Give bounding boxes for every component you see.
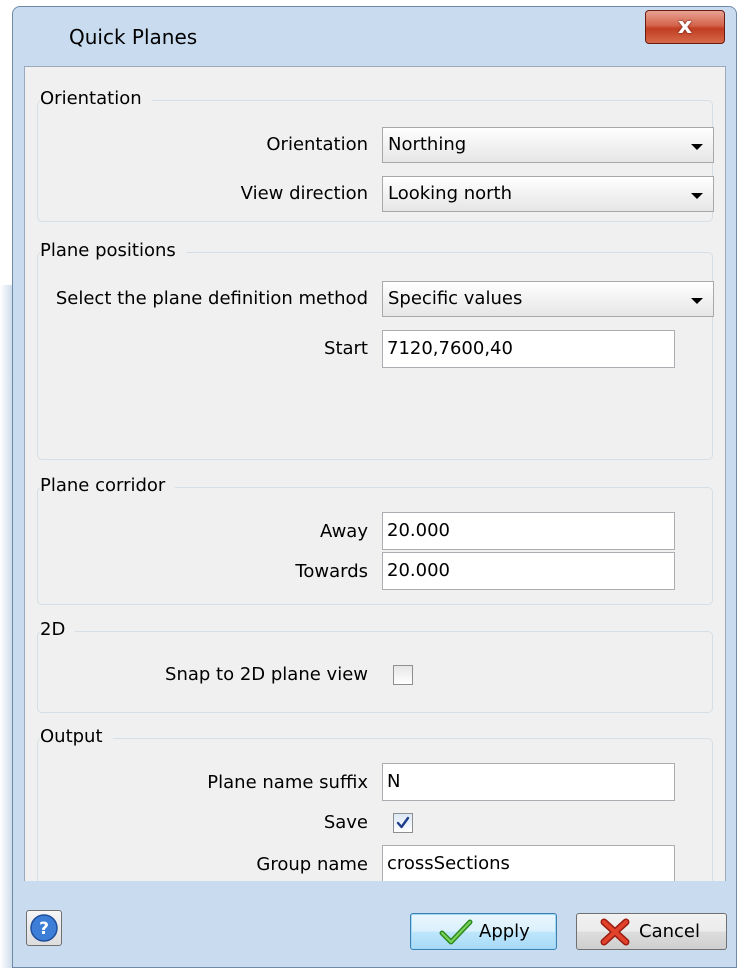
suffix-label: Plane name suffix <box>207 772 368 793</box>
view-direction-value: Looking north <box>388 183 513 204</box>
cancel-button[interactable]: Cancel <box>576 913 727 950</box>
window-title: Quick Planes <box>69 25 198 49</box>
method-value: Specific values <box>388 288 523 309</box>
chevron-down-icon <box>691 298 703 304</box>
checkmark-icon <box>396 816 410 829</box>
method-label: Select the plane definition method <box>55 288 368 309</box>
orientation-group: Orientation Orientation Northing View di… <box>37 87 714 222</box>
plane-corridor-legend: Plane corridor <box>40 474 176 498</box>
checkmark-icon <box>439 919 473 945</box>
plane-positions-legend: Plane positions <box>40 239 186 263</box>
start-label: Start <box>324 338 368 359</box>
group-name-input[interactable]: crossSections <box>382 845 675 883</box>
cancel-label: Cancel <box>639 921 700 942</box>
twod-group: 2D Snap to 2D plane view <box>37 618 713 713</box>
start-input[interactable]: 7120,7600,40 <box>382 330 675 368</box>
group-name-label: Group name <box>256 854 368 875</box>
method-dropdown[interactable]: Specific values <box>382 281 714 317</box>
output-group: Output Plane name suffix N Save Group na… <box>37 725 713 898</box>
close-icon: x <box>677 14 693 39</box>
orientation-legend: Orientation <box>40 87 152 111</box>
title-bar[interactable]: Quick Planes x <box>13 7 736 65</box>
towards-label: Towards <box>295 561 368 582</box>
snap-checkbox[interactable] <box>393 665 413 685</box>
quick-planes-dialog: Quick Planes x Orientation Orientation N… <box>12 6 737 968</box>
chevron-down-icon <box>691 193 703 199</box>
red-x-icon <box>600 918 630 946</box>
plane-positions-group: Plane positions Select the plane definit… <box>37 239 714 460</box>
help-button[interactable]: ? <box>26 910 62 946</box>
twod-legend: 2D <box>40 618 76 642</box>
towards-input[interactable]: 20.000 <box>382 552 675 590</box>
svg-text:?: ? <box>39 919 49 939</box>
view-direction-dropdown[interactable]: Looking north <box>382 176 714 212</box>
chevron-down-icon <box>691 144 703 150</box>
help-icon: ? <box>30 914 58 942</box>
orientation-value: Northing <box>388 134 467 155</box>
apply-button[interactable]: Apply <box>410 913 557 950</box>
background-window-edge <box>0 285 12 968</box>
orientation-dropdown[interactable]: Northing <box>382 127 714 163</box>
suffix-input[interactable]: N <box>382 763 675 801</box>
close-button[interactable]: x <box>645 10 725 44</box>
save-checkbox[interactable] <box>393 813 413 833</box>
output-legend: Output <box>40 725 113 749</box>
orientation-label: Orientation <box>266 134 368 155</box>
view-direction-label: View direction <box>240 183 368 204</box>
save-label: Save <box>323 812 368 833</box>
dialog-content: Orientation Orientation Northing View di… <box>24 66 726 898</box>
plane-corridor-group: Plane corridor Away 20.000 Towards 20.00… <box>37 474 713 605</box>
apply-label: Apply <box>479 921 530 942</box>
snap-label: Snap to 2D plane view <box>165 664 368 685</box>
away-label: Away <box>320 521 368 542</box>
away-input[interactable]: 20.000 <box>382 512 675 550</box>
